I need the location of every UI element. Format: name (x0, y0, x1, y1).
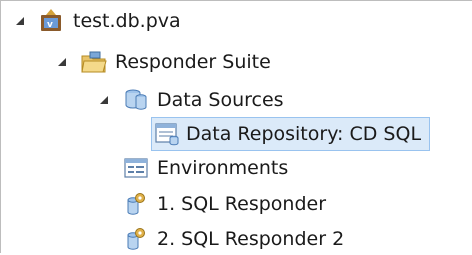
project-icon: v (37, 7, 67, 35)
data-sources-icon (121, 86, 151, 114)
tree-item-label: 2. SQL Responder 2 (157, 228, 345, 250)
selection-highlight[interactable]: Data Repository: CD SQL (151, 117, 431, 151)
tree-item-sql-responder-2[interactable]: 2. SQL Responder 2 (121, 223, 344, 255)
expanded-arrow-icon[interactable] (13, 14, 27, 28)
tree-item-label: 1. SQL Responder (157, 193, 327, 215)
tree-item-label: Responder Suite (115, 51, 271, 73)
tree-item-label: test.db.pva (73, 10, 181, 32)
tree-item-label: Environments (157, 157, 289, 179)
tree-item-environments[interactable]: Environments (121, 152, 288, 184)
expanded-arrow-icon[interactable] (97, 93, 111, 107)
tree-item-data-sources[interactable]: Data Sources (97, 84, 284, 116)
project-tree: v test.db.pva Responder Suite Data Sourc… (0, 0, 472, 253)
expanded-arrow-icon[interactable] (55, 55, 69, 69)
sql-responder-icon (121, 225, 151, 253)
tree-item-label: Data Sources (157, 89, 284, 111)
svg-text:v: v (47, 20, 53, 30)
environments-icon (121, 154, 151, 182)
suite-folder-icon (79, 48, 109, 76)
sql-responder-icon (121, 190, 151, 218)
tree-item-project[interactable]: v test.db.pva (13, 5, 181, 37)
tree-item-label: Data Repository: CD SQL (186, 123, 422, 145)
tree-item-data-repository[interactable]: Data Repository: CD SQL (151, 116, 431, 152)
data-repository-icon (152, 120, 182, 148)
tree-item-responder-suite[interactable]: Responder Suite (55, 46, 271, 78)
tree-item-sql-responder-1[interactable]: 1. SQL Responder (121, 188, 326, 220)
